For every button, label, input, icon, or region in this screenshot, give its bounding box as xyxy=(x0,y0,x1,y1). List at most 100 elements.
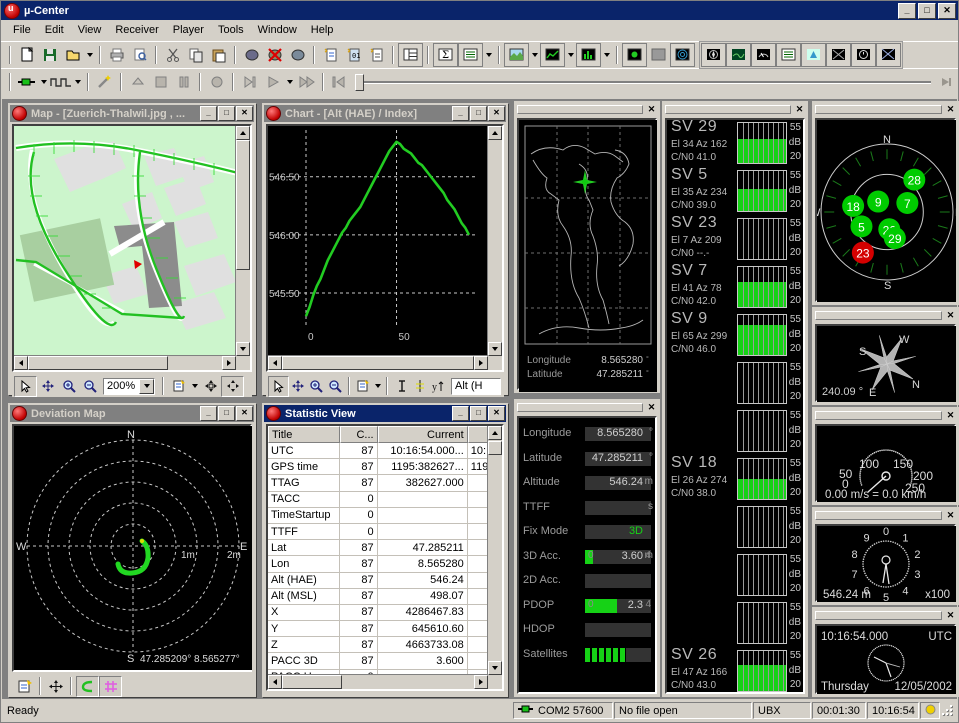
map-maximize-button[interactable]: □ xyxy=(218,106,235,121)
chart-horizontal-scrollbar[interactable] xyxy=(268,355,488,370)
map-scroll-up-button[interactable] xyxy=(236,126,250,140)
status-port[interactable]: COM2 57600 xyxy=(513,702,613,719)
statistic-maximize-button[interactable]: □ xyxy=(470,406,487,421)
chart-properties-icon[interactable] xyxy=(354,377,373,396)
column-header-title[interactable]: Title xyxy=(268,426,340,443)
pulse-dropdown-icon[interactable] xyxy=(72,71,83,93)
table-row[interactable]: TimeStartup0 xyxy=(268,508,502,524)
deviation-map-icon[interactable] xyxy=(622,43,647,67)
chart-canvas[interactable]: 545.50546.00546.50050 xyxy=(268,126,502,370)
close-icon[interactable]: ✕ xyxy=(646,402,657,413)
table-row[interactable]: UTC8710:16:54.000...10: xyxy=(268,443,502,459)
gauge-icon[interactable] xyxy=(751,43,776,67)
histogram-icon[interactable] xyxy=(576,43,601,67)
new-file-icon[interactable] xyxy=(15,44,38,66)
close-button[interactable]: ✕ xyxy=(938,3,956,19)
center-icon[interactable] xyxy=(221,376,244,397)
chart-vertical-scrollbar[interactable] xyxy=(487,126,502,356)
map-view-icon[interactable] xyxy=(504,43,529,67)
copy-icon[interactable] xyxy=(184,44,207,66)
table-row[interactable]: TACC0 xyxy=(268,492,502,508)
table-row[interactable]: Alt (MSL)87498.07 xyxy=(268,589,502,605)
scatter-icon[interactable] xyxy=(647,44,670,66)
compass-panel-header[interactable]: ✕ xyxy=(813,308,958,323)
statistic-view-window[interactable]: Statistic View _ □ ✕ Title C... Current … xyxy=(262,403,508,697)
world-map-panel-header[interactable]: ✕ xyxy=(515,102,659,117)
chart-window-titlebar[interactable]: Chart - [Alt (HAE) / Index] _ □ ✕ xyxy=(264,105,506,122)
map-window-titlebar[interactable]: Map - [Zuerich-Thalwil.jpg , ... _ □ ✕ xyxy=(10,105,254,122)
status-protocol[interactable]: UBX xyxy=(753,702,811,719)
panel-grip[interactable] xyxy=(517,403,643,412)
print-preview-icon[interactable] xyxy=(128,44,151,66)
deviation-maximize-button[interactable]: □ xyxy=(218,406,235,421)
menu-item-receiver[interactable]: Receiver xyxy=(108,22,165,38)
save-icon[interactable] xyxy=(38,44,61,66)
menu-item-player[interactable]: Player xyxy=(166,22,211,38)
altimeter-panel-header[interactable]: ✕ xyxy=(813,508,958,523)
minimize-button[interactable]: _ xyxy=(898,3,916,19)
stop-icon[interactable] xyxy=(149,71,172,93)
zoom-out-icon[interactable] xyxy=(79,377,100,396)
menu-item-file[interactable]: File xyxy=(6,22,38,38)
statistic-view-icon[interactable]: Σ xyxy=(433,43,458,67)
play-dropdown-icon[interactable] xyxy=(284,71,295,93)
map-dropdown-icon[interactable] xyxy=(529,44,540,66)
histogram-dropdown-icon[interactable] xyxy=(601,44,612,66)
table-view-icon[interactable] xyxy=(398,43,423,67)
deviation-map-window[interactable]: Deviation Map _ □ ✕ xyxy=(8,403,256,697)
resize-grip[interactable] xyxy=(941,704,955,718)
pointer-icon[interactable] xyxy=(14,376,37,397)
panel-grip[interactable] xyxy=(815,611,942,620)
map-properties-icon[interactable] xyxy=(14,677,35,696)
chart-close-button[interactable]: ✕ xyxy=(488,106,505,121)
message-icon[interactable] xyxy=(286,44,309,66)
menu-item-window[interactable]: Window xyxy=(251,22,304,38)
new-text-console-icon[interactable] xyxy=(319,44,342,66)
camera-icon[interactable] xyxy=(826,43,851,67)
chart-scroll-up-button[interactable] xyxy=(488,126,502,140)
chart-dropdown-icon[interactable] xyxy=(565,44,576,66)
table-row[interactable]: Z874663733.08 xyxy=(268,637,502,653)
panel-grip[interactable] xyxy=(815,411,942,420)
properties-dropdown-icon[interactable] xyxy=(189,375,200,397)
clock-panel-header[interactable]: ✕ xyxy=(813,608,958,623)
table-row[interactable]: TTFF0 xyxy=(268,524,502,540)
menu-item-tools[interactable]: Tools xyxy=(211,22,251,38)
chart-minimize-button[interactable]: _ xyxy=(452,106,469,121)
close-icon[interactable]: ✕ xyxy=(646,104,657,115)
menu-item-view[interactable]: View xyxy=(71,22,109,38)
table-row[interactable]: Lon878.565280 xyxy=(268,556,502,572)
sky-view-panel[interactable]: ✕ NESW2818975262923 xyxy=(812,101,959,305)
pan-icon[interactable] xyxy=(289,377,308,396)
center-crosshair-icon[interactable] xyxy=(45,677,66,696)
new-binary-console-icon[interactable]: 01 xyxy=(342,44,365,66)
table-row[interactable]: Lat8747.285211 xyxy=(268,540,502,556)
sky-view-icon[interactable] xyxy=(670,43,695,67)
paste-icon[interactable] xyxy=(207,44,230,66)
statistic-scroll-left-button[interactable] xyxy=(268,675,282,689)
map-zoom-select[interactable]: 200% xyxy=(103,378,155,395)
table-row[interactable]: TTAG87382627.000 xyxy=(268,475,502,491)
close-icon[interactable]: ✕ xyxy=(945,410,956,421)
panel-grip[interactable] xyxy=(665,105,791,114)
statistic-vscroll-thumb[interactable] xyxy=(488,441,502,455)
column-header-current[interactable]: Current xyxy=(378,426,468,443)
map-scroll-right-button[interactable] xyxy=(222,356,236,370)
table-row[interactable]: GPS time871195:382627...119 xyxy=(268,459,502,475)
satellite-level-panel[interactable]: ✕ SV 29El 34 Az 162C/N0 41.055dB20SV 5El… xyxy=(662,101,808,697)
connection-dropdown-icon[interactable] xyxy=(38,71,49,93)
y-axis-select-icon[interactable]: y xyxy=(429,377,448,396)
record-icon[interactable] xyxy=(205,71,228,93)
track-line-icon[interactable] xyxy=(76,676,99,697)
clear-packet-icon[interactable] xyxy=(263,44,286,66)
open-dropdown-icon[interactable] xyxy=(84,44,95,66)
satellite-panel-header[interactable]: ✕ xyxy=(663,102,807,117)
list-view-icon[interactable] xyxy=(458,43,483,67)
new-message-console-icon[interactable] xyxy=(365,44,388,66)
map-properties-icon[interactable] xyxy=(168,377,189,396)
play-icon[interactable] xyxy=(261,71,284,93)
fit-to-window-icon[interactable] xyxy=(200,377,221,396)
statistic-scroll-right-button[interactable] xyxy=(474,675,488,689)
map-window[interactable]: Map - [Zuerich-Thalwil.jpg , ... _ □ ✕ xyxy=(8,103,256,395)
close-icon[interactable]: ✕ xyxy=(945,104,956,115)
